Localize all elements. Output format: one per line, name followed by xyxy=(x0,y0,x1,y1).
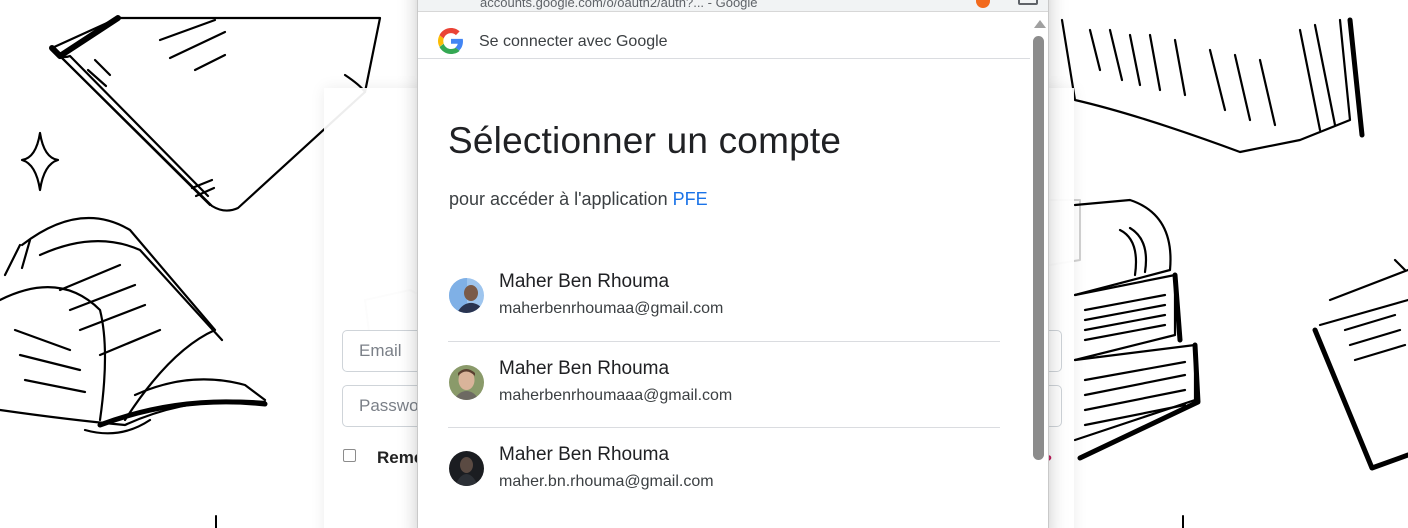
password-placeholder: Passwo xyxy=(359,396,419,415)
account-name: Maher Ben Rhouma xyxy=(499,357,670,379)
scroll-up-arrow-icon[interactable] xyxy=(1034,20,1046,28)
header-text: Se connecter avec Google xyxy=(479,33,668,50)
avatar xyxy=(449,364,484,400)
avatar xyxy=(449,451,484,486)
avatar xyxy=(449,278,484,313)
remember-me-checkbox[interactable] xyxy=(343,449,356,462)
scrollbar-thumb[interactable] xyxy=(1033,36,1044,460)
account-item[interactable]: Maher Ben Rhouma maherbenrhoumaaa@gmail.… xyxy=(448,342,1000,428)
account-email: maherbenrhoumaa@gmail.com xyxy=(499,300,724,317)
account-name: Maher Ben Rhouma xyxy=(499,444,670,465)
page-title: Sélectionner un compte xyxy=(448,120,842,161)
profile-photo-icon xyxy=(449,451,484,486)
email-placeholder: Email xyxy=(359,341,402,360)
profile-photo-icon xyxy=(449,278,484,313)
account-email: maherbenrhoumaaa@gmail.com xyxy=(499,386,733,404)
account-email: maher.bn.rhouma@gmail.com xyxy=(499,473,714,490)
app-name-link[interactable]: PFE xyxy=(673,189,708,209)
popup-scrollbar[interactable] xyxy=(1030,12,1048,528)
address-bar-url[interactable]: accounts.google.com/o/oauth2/auth?... - … xyxy=(480,0,960,10)
browser-address-bar: accounts.google.com/o/oauth2/auth?... - … xyxy=(418,0,1048,12)
subtitle: pour accéder à l'application PFE xyxy=(449,189,708,210)
extension-icon[interactable] xyxy=(976,0,990,8)
browser-menu-icon[interactable] xyxy=(1018,0,1038,5)
account-name: Maher Ben Rhouma xyxy=(499,271,670,292)
account-list: Maher Ben Rhouma maherbenrhoumaa@gmail.c… xyxy=(448,255,1000,515)
subtitle-prefix: pour accéder à l'application xyxy=(449,189,673,209)
google-header: Se connecter avec Google xyxy=(418,12,1030,59)
google-sign-in-popup: accounts.google.com/o/oauth2/auth?... - … xyxy=(417,0,1049,528)
profile-photo-icon xyxy=(449,364,484,400)
account-item[interactable]: Maher Ben Rhouma maherbenrhoumaa@gmail.c… xyxy=(448,255,1000,342)
popup-content: Se connecter avec Google Sélectionner un… xyxy=(418,12,1030,528)
account-item[interactable]: Maher Ben Rhouma maher.bn.rhouma@gmail.c… xyxy=(448,428,1000,515)
google-g-logo-icon xyxy=(438,28,463,54)
